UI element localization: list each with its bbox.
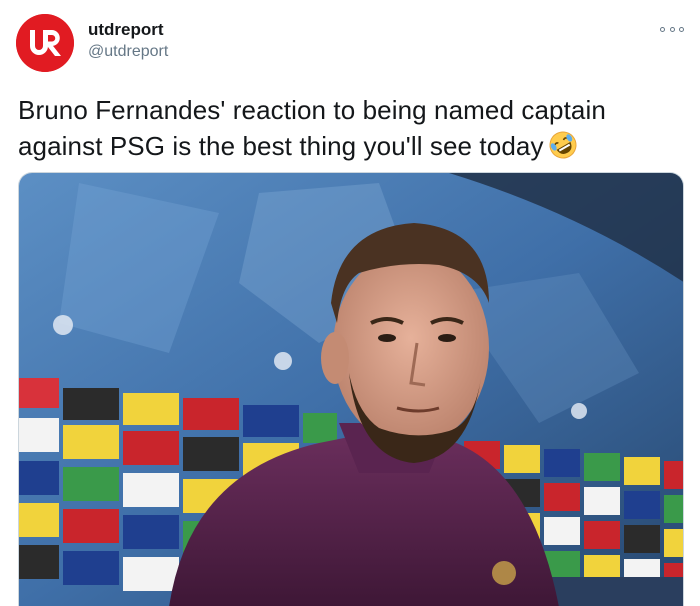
tweet-text-content: Bruno Fernandes' reaction to being named… [18,95,606,161]
tweet-media-video[interactable] [18,172,684,606]
user-handle[interactable]: @utdreport [88,43,168,61]
video-thumbnail [19,173,683,606]
utdreport-logo [16,14,74,72]
tweet-card: utdreport @utdreport Bruno Fernandes' re… [0,0,700,606]
tweet-text: Bruno Fernandes' reaction to being named… [18,92,678,164]
display-name[interactable]: utdreport [88,20,164,40]
more-dots-icon [679,26,684,32]
avatar[interactable] [16,14,74,72]
more-dots-icon [660,26,665,32]
rolling-laughing-emoji-icon [549,131,577,159]
more-dots-icon [669,26,675,32]
more-options-button[interactable] [660,22,684,36]
